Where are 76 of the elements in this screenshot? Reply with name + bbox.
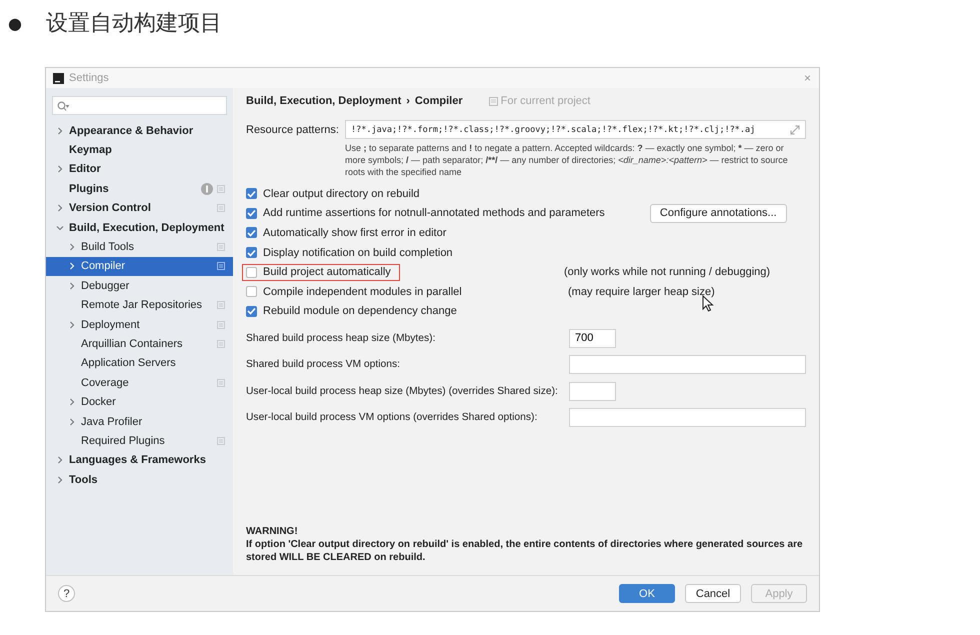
expand-icon[interactable] — [790, 124, 800, 134]
help-button[interactable]: ? — [58, 585, 75, 602]
field-label: Shared build process heap size (Mbytes): — [246, 332, 436, 344]
sidebar-item[interactable]: Application Servers — [46, 354, 233, 374]
sidebar-item[interactable]: Required Plugins — [46, 431, 233, 451]
checkbox[interactable] — [246, 247, 257, 258]
chevron-right-icon — [68, 320, 76, 329]
sidebar-item[interactable]: Deployment — [46, 314, 233, 334]
sidebar-item[interactable]: Arquillian Containers — [46, 334, 233, 354]
sidebar-item[interactable]: Editor — [46, 160, 233, 180]
resource-patterns-field[interactable]: !?*.java;!?*.form;!?*.class;!?*.groovy;!?*.scala;!?*.flex;!?*.kt;!?*.clj;!?*.aj — [345, 120, 806, 139]
field-label: User-local build process heap size (Mbytes) (overrides Shared size): — [246, 386, 559, 397]
checkbox[interactable] — [246, 266, 257, 278]
input-field[interactable] — [569, 408, 806, 428]
checkbox[interactable] — [246, 286, 257, 298]
chevron-right-icon — [56, 476, 64, 484]
checkbox-label: Automatically show first error in editor — [263, 226, 446, 239]
checkbox[interactable] — [246, 227, 257, 238]
note-text: (only works while not running / debugging) — [564, 266, 770, 278]
configure-button[interactable]: Configure annotations... — [650, 204, 787, 223]
sidebar-item[interactable]: Remote Jar Repositories — [46, 296, 233, 315]
checkbox-label: Compile independent modules in parallel — [263, 286, 462, 298]
sidebar-item[interactable]: Plugins — [46, 179, 233, 199]
sidebar-item[interactable]: Debugger — [46, 276, 233, 296]
copy-icon — [488, 96, 498, 106]
checkbox-label: Display notification on build completion — [263, 246, 453, 259]
sidebar-item[interactable]: Java Profiler — [46, 412, 233, 432]
breadcrumb-item: Build, Execution, Deployment — [246, 95, 402, 107]
chevron-right-icon — [68, 398, 76, 406]
warning-title: WARNING! — [246, 525, 299, 538]
sidebar-item[interactable]: Appearance & Behavior — [46, 121, 233, 140]
search-field[interactable] — [52, 96, 227, 115]
input-field[interactable]: 700 — [569, 328, 616, 348]
breadcrumb-separator: › — [406, 95, 410, 107]
chevron-right-icon — [56, 165, 64, 174]
sidebar-item[interactable]: Compiler — [46, 256, 233, 276]
sidebar-item[interactable]: Version Control — [46, 198, 233, 218]
chevron-right-icon — [68, 243, 76, 252]
checkbox-label: Rebuild module on dependency change — [263, 305, 457, 318]
chevron-right-icon — [56, 126, 64, 135]
sidebar-item[interactable]: Languages & Frameworks — [46, 450, 233, 470]
checkbox-label: Build project automatically — [263, 266, 391, 278]
chevron-down-icon — [56, 224, 64, 232]
chevron-right-icon — [56, 456, 64, 464]
field-label: Shared build process VM options: — [246, 359, 401, 370]
dialog-button[interactable]: Cancel — [685, 584, 741, 603]
warning-text: If option 'Clear output directory on rebuild' is enabled, the entire contents of directories where generated sources are stored WILL BE CLEARED on rebuild. — [246, 538, 804, 564]
sidebar-item[interactable]: Keymap — [46, 140, 233, 160]
checkbox[interactable] — [246, 188, 257, 200]
bullet-point: ● — [8, 14, 23, 32]
sidebar-item[interactable]: Build Tools — [46, 237, 233, 257]
chevron-right-icon — [56, 204, 64, 212]
sidebar-item[interactable]: Tools — [46, 470, 233, 490]
checkbox-label: Add runtime assertions for notnull-annotated methods and parameters — [263, 207, 605, 220]
field-label: Resource patterns: — [246, 124, 340, 136]
sidebar-item[interactable]: Docker — [46, 392, 233, 412]
scope-label: For current project — [500, 95, 590, 107]
checkbox[interactable] — [246, 208, 257, 219]
slide-title: 设置自动构建项目 — [46, 10, 222, 38]
chevron-right-icon — [68, 418, 76, 426]
breadcrumb-item: Compiler — [414, 95, 463, 107]
input-field[interactable] — [569, 382, 616, 401]
checkbox-label: Clear output directory on rebuild — [263, 188, 420, 200]
chevron-right-icon — [68, 282, 76, 290]
field-label: User-local build process VM options (overrides Shared options): — [246, 412, 538, 424]
sidebar-item[interactable]: Coverage — [46, 373, 233, 392]
chevron-right-icon — [68, 262, 76, 270]
note-text: (may require larger heap size) — [568, 286, 715, 298]
search-icon — [57, 100, 69, 110]
checkbox[interactable] — [246, 306, 257, 317]
sidebar-item[interactable]: Build, Execution, Deployment — [46, 218, 233, 238]
hint-text: Use ; to separate patterns and ! to negate a pattern. Accepted wildcards: ? — exactly one symbol; * — zero or more symbols; / — path separator; /**/ — any number of directories; <dir_name>:<pattern> — restrict to source roots with the specified name — [345, 142, 789, 178]
window-title: Settings — [69, 72, 110, 84]
app-icon — [53, 72, 64, 84]
input-field[interactable] — [569, 355, 806, 374]
dialog-button[interactable]: OK — [619, 584, 675, 603]
